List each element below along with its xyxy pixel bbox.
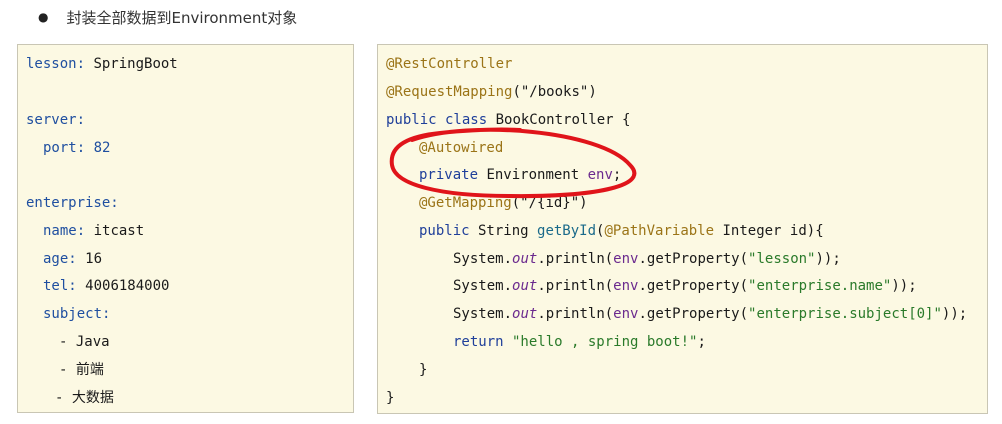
java-code-panel: @RestController @RequestMapping("/books"… bbox=[377, 44, 988, 414]
section-heading: ● 封装全部数据到Environment对象 bbox=[38, 4, 297, 30]
code-line-10: System.out.println(env.getProperty("ente… bbox=[453, 306, 968, 322]
yaml-line-server: server: bbox=[26, 112, 86, 128]
code-line-7: public String getById(@PathVariable Inte… bbox=[419, 223, 824, 239]
yaml-subject-item: - Java bbox=[59, 334, 110, 350]
code-line-5: private Environment env; bbox=[419, 167, 622, 183]
yaml-subject-item: - 大数据 bbox=[55, 390, 114, 406]
yaml-line-port: port: 82 bbox=[43, 140, 111, 156]
code-line-2: @RequestMapping("/books") bbox=[386, 84, 597, 100]
yaml-line-lesson: lesson: SpringBoot bbox=[26, 56, 178, 72]
code-line-9: System.out.println(env.getProperty("ente… bbox=[453, 278, 917, 294]
yaml-line-age: age: 16 bbox=[43, 251, 103, 267]
code-line-4: @Autowired bbox=[419, 140, 504, 156]
code-line-8: System.out.println(env.getProperty("less… bbox=[453, 251, 841, 267]
heading-text: 封装全部数据到Environment对象 bbox=[66, 8, 298, 27]
bullet-icon: ● bbox=[38, 10, 49, 24]
yaml-line-subject: subject: bbox=[43, 306, 111, 322]
code-line-13: } bbox=[386, 390, 395, 406]
code-line-6: @GetMapping("/{id}") bbox=[419, 195, 588, 211]
yaml-line-enterprise: enterprise: bbox=[26, 195, 119, 211]
code-line-3: public class BookController { bbox=[386, 112, 631, 128]
yaml-config-panel: lesson: SpringBoot server: port: 82 ente… bbox=[17, 44, 354, 413]
yaml-line-tel: tel: 4006184000 bbox=[43, 278, 170, 294]
code-line-1: @RestController bbox=[386, 56, 513, 72]
code-line-11: return "hello , spring boot!"; bbox=[453, 334, 706, 350]
code-line-12: } bbox=[419, 362, 428, 378]
yaml-line-name: name: itcast bbox=[43, 223, 145, 239]
yaml-subject-item: - 前端 bbox=[59, 362, 104, 378]
